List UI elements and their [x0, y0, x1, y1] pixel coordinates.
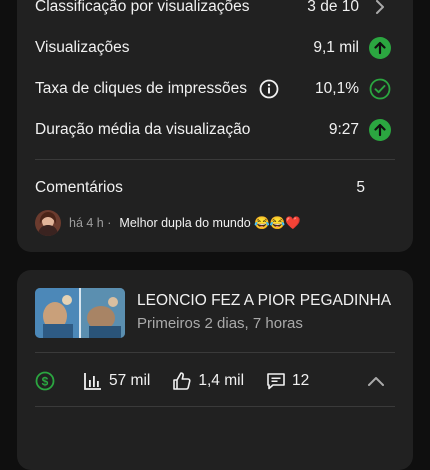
views-value: 9,1 mil — [313, 39, 359, 56]
comment-separator: · — [107, 216, 112, 230]
divider — [35, 406, 395, 407]
video-item[interactable]: LEONCIO FEZ A PIOR PEGADINHA ... Primeir… — [35, 288, 395, 340]
likes-stat-value: 1,4 mil — [198, 372, 245, 389]
ctr-label: Taxa de cliques de impressões — [35, 80, 247, 98]
monetization-icon: $ — [35, 371, 55, 391]
arrow-up-circle-icon — [369, 37, 391, 59]
divider — [35, 159, 395, 160]
views-label: Visualizações — [35, 39, 130, 56]
avg-duration-label: Duração média da visualização — [35, 121, 251, 138]
views-row: Visualizações 9,1 mil — [35, 36, 391, 60]
video-card[interactable]: LEONCIO FEZ A PIOR PEGADINHA ... Primeir… — [17, 270, 413, 470]
avg-duration-value: 9:27 — [328, 121, 359, 138]
views-stat[interactable]: 57 mil — [83, 371, 150, 391]
chevron-right-icon[interactable] — [369, 0, 391, 18]
avg-duration-row: Duração média da visualização 9:27 — [35, 118, 391, 142]
divider — [35, 352, 395, 353]
comment-icon — [267, 373, 285, 390]
video-thumbnail[interactable] — [35, 288, 125, 338]
svg-text:$: $ — [42, 375, 49, 389]
views-stat-value: 57 mil — [109, 372, 151, 389]
thumbs-up-icon — [173, 372, 191, 390]
comments-row[interactable]: Comentários 5 — [35, 176, 391, 200]
info-icon[interactable] — [259, 79, 279, 99]
arrow-up-circle-icon — [369, 119, 391, 141]
ranking-row[interactable]: Classificação por visualizações 3 de 10 — [35, 0, 391, 19]
comments-label: Comentários — [35, 179, 123, 196]
ctr-value: 10,1% — [315, 80, 359, 97]
bar-chart-icon — [84, 373, 101, 390]
comments-stat[interactable]: 12 — [266, 371, 309, 391]
comment-time: há 4 h — [69, 216, 104, 230]
video-title[interactable]: LEONCIO FEZ A PIOR PEGADINHA ... — [137, 292, 395, 310]
avatar — [35, 210, 61, 236]
check-circle-icon — [369, 78, 391, 100]
comments-count: 5 — [356, 179, 365, 196]
chevron-up-icon[interactable] — [367, 375, 385, 387]
comments-stat-value: 12 — [292, 372, 310, 389]
video-subtitle: Primeiros 2 dias, 7 horas — [137, 315, 303, 332]
latest-comment[interactable]: há 4 h · Melhor dupla do mundo 😂😂❤️ — [35, 210, 301, 236]
video-stats: $ 57 mil 1,4 mil 12 — [35, 368, 395, 394]
comment-text: Melhor dupla do mundo 😂😂❤️ — [119, 215, 301, 230]
video-metrics-card: Classificação por visualizações 3 de 10 … — [17, 0, 413, 252]
likes-stat[interactable]: 1,4 mil — [172, 371, 244, 391]
ctr-row: Taxa de cliques de impressões 10,1% — [35, 77, 391, 101]
monetization-stat[interactable]: $ — [35, 371, 61, 391]
ranking-value: 3 de 10 — [307, 0, 359, 15]
ranking-label: Classificação por visualizações — [35, 0, 250, 15]
